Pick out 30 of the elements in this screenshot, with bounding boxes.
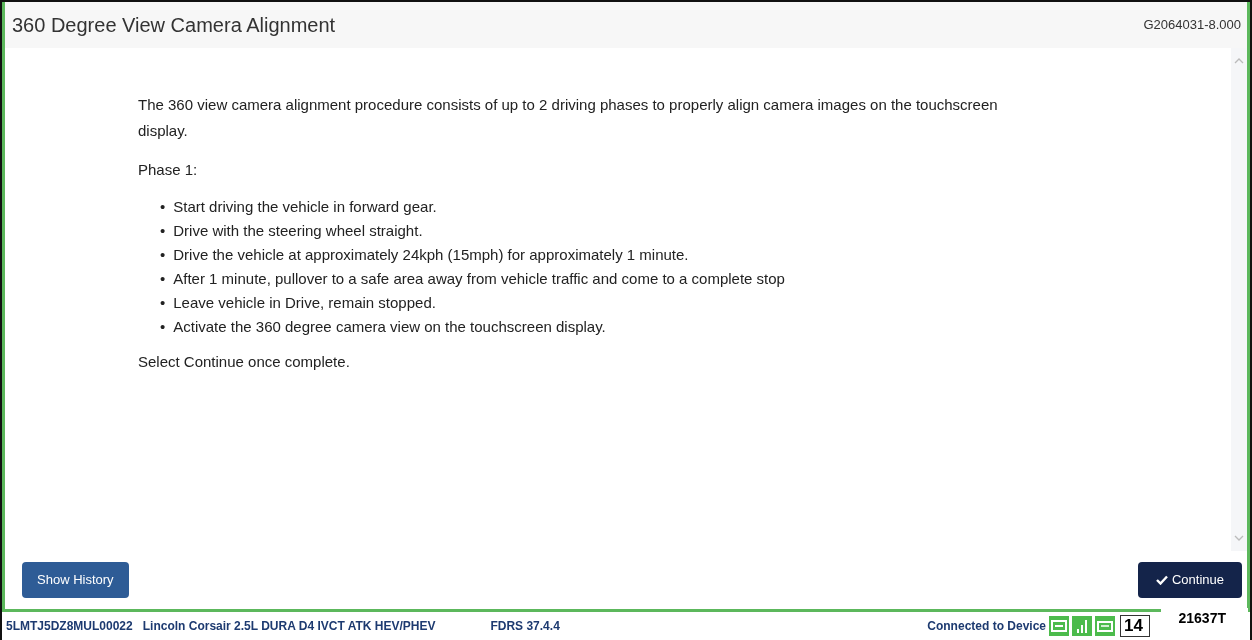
check-icon — [1155, 575, 1168, 585]
list-bullet: • — [160, 268, 166, 289]
vehicle-text: Lincoln Corsair 2.5L DURA D4 IVCT ATK HEV/PHEV — [142, 618, 436, 635]
page-title: 360 Degree View Camera Alignment — [12, 13, 336, 38]
value-field: 14 — [1120, 615, 1150, 637]
list-bullet: • — [160, 220, 166, 241]
show-history-button[interactable]: Show History — [22, 562, 129, 598]
phase-label: Phase 1: — [138, 159, 199, 180]
scroll-up-icon[interactable] — [1234, 58, 1244, 64]
list-bullet: • — [160, 244, 166, 265]
list-bullet: • — [160, 196, 166, 217]
device-icon — [1049, 616, 1069, 636]
connection-status: Connected to Device — [927, 618, 1046, 635]
procedure-code: G2064031-8.000 — [1143, 16, 1241, 35]
list-bullet: • — [160, 316, 166, 337]
step-item: Start driving the vehicle in forward gear. — [173, 196, 437, 217]
continue-button[interactable]: Continue — [1137, 562, 1242, 598]
signal-icon — [1072, 616, 1092, 636]
version-text: FDRS 37.4.4 — [490, 618, 560, 635]
scroll-down-icon[interactable] — [1234, 535, 1244, 541]
step-item: Leave vehicle in Drive, remain stopped. — [173, 292, 436, 313]
battery-icon — [1095, 616, 1115, 636]
intro-paragraph: The 360 view camera alignment procedure consists of up to 2 driving phases to properly align camera images on the touchscreen display. — [138, 95, 999, 142]
closing-instruction: Select Continue once complete. — [138, 351, 351, 372]
list-bullet: • — [160, 292, 166, 313]
step-item: Activate the 360 degree camera view on the touchscreen display. — [173, 316, 606, 337]
step-item: Drive the vehicle at approximately 24kph (15mph) for approximately 1 minute. — [173, 244, 689, 265]
step-item: Drive with the steering wheel straight. — [173, 220, 423, 241]
step-item: After 1 minute, pullover to a safe area away from vehicle traffic and come to a complete stop — [173, 268, 785, 289]
vin-text: 5LMTJ5DZ8MUL00022 — [6, 618, 133, 635]
